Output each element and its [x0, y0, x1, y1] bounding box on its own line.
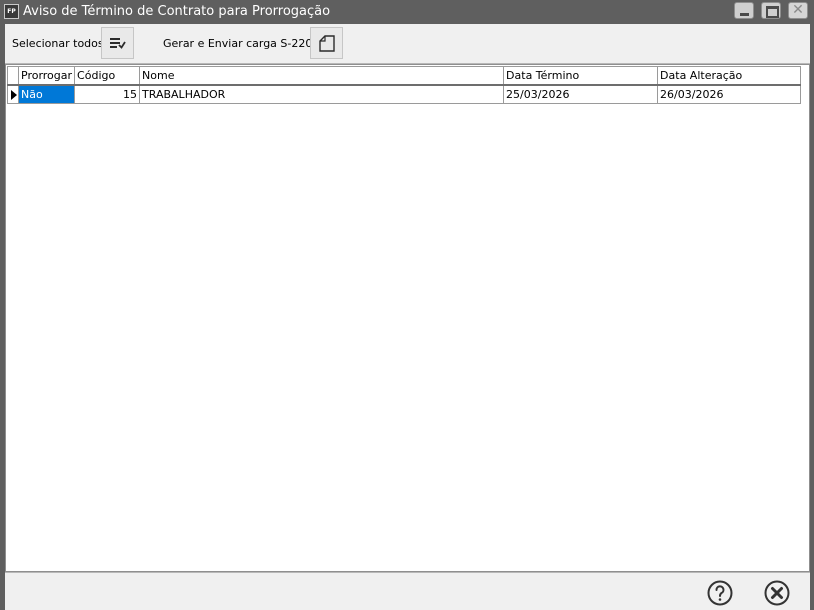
column-header-nome[interactable]: Nome	[139, 66, 505, 86]
maximize-icon	[766, 6, 779, 18]
data-grid[interactable]: Prorrogar Código Nome Data Término Data …	[5, 64, 810, 572]
cell-prorrogar[interactable]: Não	[17, 84, 76, 104]
cell-nome[interactable]: TRABALHADOR	[139, 84, 505, 104]
app-window: FP Aviso de Término de Contrato para Pro…	[0, 0, 814, 610]
minimize-icon	[740, 13, 749, 16]
row-indicator	[7, 84, 19, 104]
maximize-button[interactable]	[761, 2, 781, 19]
send-carga-label: Gerar e Enviar carga S-2206:	[163, 37, 324, 50]
cell-data-alteracao[interactable]: 26/03/2026	[657, 84, 802, 104]
select-all-button[interactable]	[101, 27, 134, 59]
current-row-arrow-icon	[11, 90, 17, 100]
table-header: Prorrogar Código Nome Data Término Data …	[7, 66, 802, 86]
select-all-label: Selecionar todos:	[12, 37, 108, 50]
toolbar: Selecionar todos: Gerar e Enviar carga S…	[5, 24, 810, 64]
column-header-codigo[interactable]: Código	[74, 66, 141, 86]
checklist-icon	[110, 38, 126, 49]
records-table: Prorrogar Código Nome Data Término Data …	[7, 66, 802, 104]
cell-codigo[interactable]: 15	[74, 84, 141, 104]
close-window-button[interactable]: ✕	[788, 2, 808, 19]
column-header-data-termino[interactable]: Data Término	[503, 66, 659, 86]
column-header-data-alteracao[interactable]: Data Alteração	[657, 66, 802, 86]
help-button[interactable]	[707, 580, 733, 606]
question-circle-icon	[707, 580, 733, 606]
footer-bar	[5, 572, 810, 610]
close-form-button[interactable]	[764, 580, 790, 606]
cell-data-termino[interactable]: 25/03/2026	[503, 84, 659, 104]
window-title: Aviso de Término de Contrato para Prorro…	[23, 4, 331, 19]
minimize-button[interactable]	[734, 2, 754, 19]
close-icon: ✕	[792, 2, 804, 18]
table-row[interactable]: Não 15 TRABALHADOR 25/03/2026 26/03/2026	[7, 84, 802, 104]
title-bar[interactable]: FP Aviso de Término de Contrato para Pro…	[0, 0, 814, 24]
send-carga-button[interactable]	[310, 27, 343, 59]
document-icon	[319, 35, 335, 52]
app-icon: FP	[4, 4, 19, 19]
x-circle-icon	[764, 580, 790, 606]
indicator-header	[7, 66, 19, 86]
column-header-prorrogar[interactable]: Prorrogar	[17, 66, 76, 86]
